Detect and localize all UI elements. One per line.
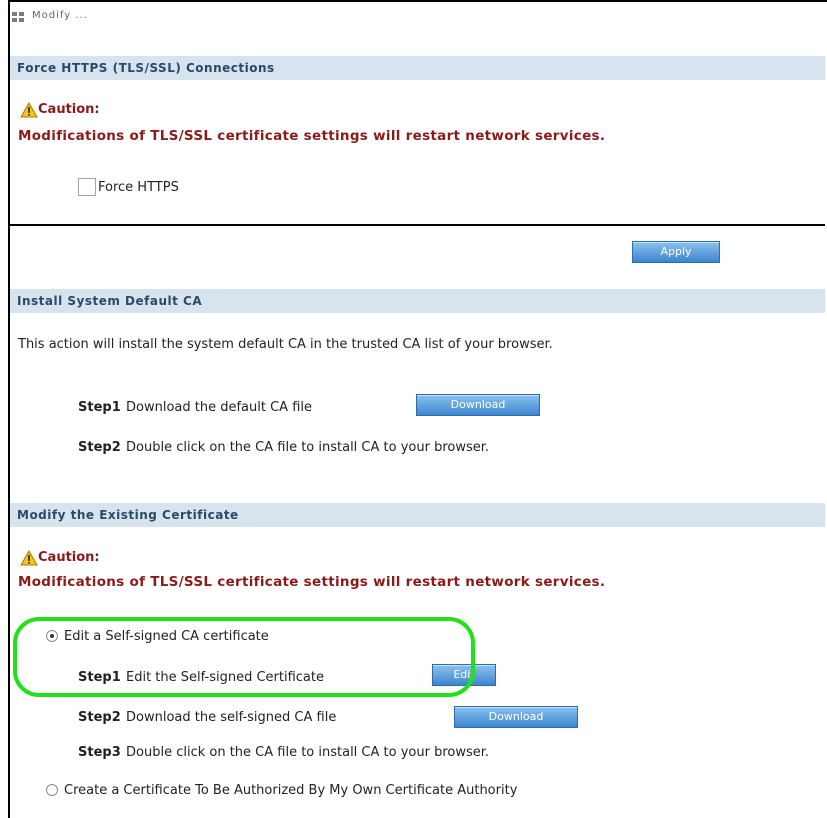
install-ca-description: This action will install the system defa…	[18, 337, 553, 352]
caution-title: Caution:	[38, 550, 100, 565]
caution-title: Caution:	[38, 102, 100, 117]
create-cert-radio[interactable]	[46, 784, 58, 796]
modify-cert-section-header: Modify the Existing Certificate	[10, 503, 825, 527]
step3-label: Step3	[78, 745, 121, 760]
warning-icon	[20, 102, 38, 118]
step3-text: Double click on the CA file to install C…	[126, 745, 490, 760]
force-https-label: Force HTTPS	[98, 180, 179, 195]
download-self-signed-button[interactable]: Download	[454, 706, 578, 728]
install-ca-section-header: Install System Default CA	[10, 289, 825, 313]
https-section-header: Force HTTPS (TLS/SSL) Connections	[10, 56, 825, 80]
step1-text: Download the default CA file	[126, 400, 312, 415]
warning-icon	[20, 550, 38, 566]
create-cert-label: Create a Certificate To Be Authorized By…	[64, 783, 518, 798]
step2-text: Download the self-signed CA file	[126, 710, 337, 725]
step1-label: Step1	[78, 400, 121, 415]
download-ca-button[interactable]: Download	[416, 394, 540, 416]
title-bar: Modify ...	[10, 2, 825, 30]
window-title: Modify ...	[32, 10, 88, 21]
apply-button[interactable]: Apply	[632, 241, 720, 263]
force-https-checkbox[interactable]	[78, 178, 96, 196]
divider	[10, 224, 825, 226]
caution-text: Modifications of TLS/SSL certificate set…	[18, 574, 606, 590]
caution-text: Modifications of TLS/SSL certificate set…	[18, 128, 606, 144]
highlight-annotation	[13, 617, 475, 697]
step2-text: Double click on the CA file to install C…	[126, 440, 490, 455]
window-icon	[12, 12, 24, 22]
step2-label: Step2	[78, 710, 121, 725]
step2-label: Step2	[78, 440, 121, 455]
